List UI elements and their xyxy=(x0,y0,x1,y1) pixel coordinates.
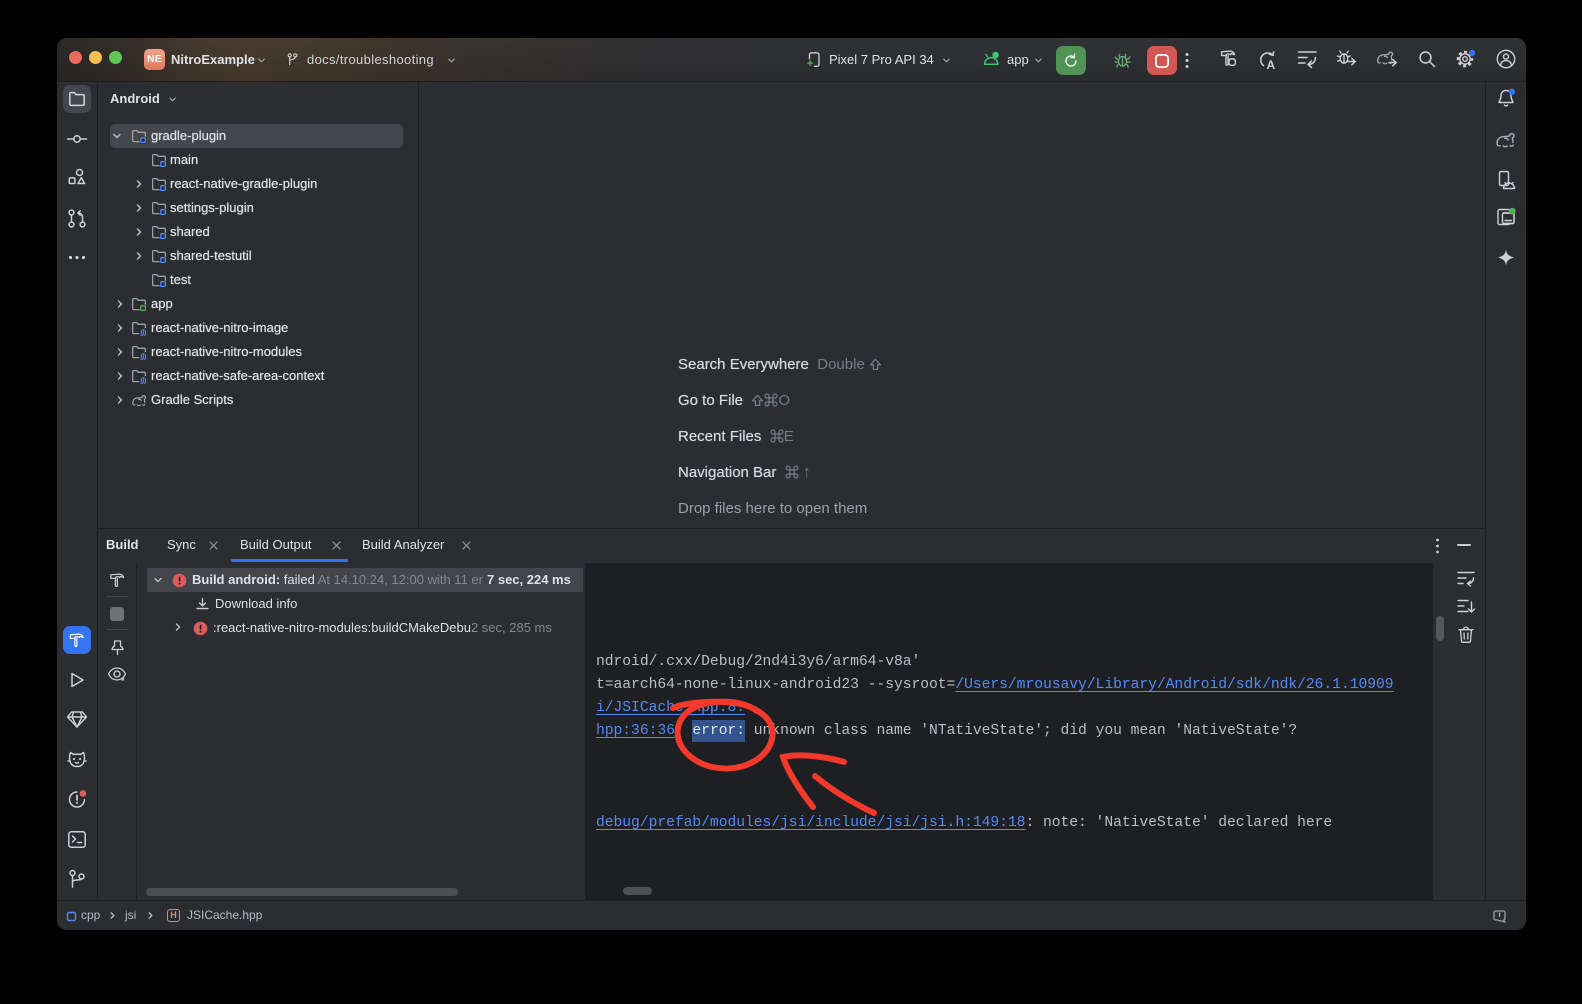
svg-text:A: A xyxy=(1267,58,1276,70)
